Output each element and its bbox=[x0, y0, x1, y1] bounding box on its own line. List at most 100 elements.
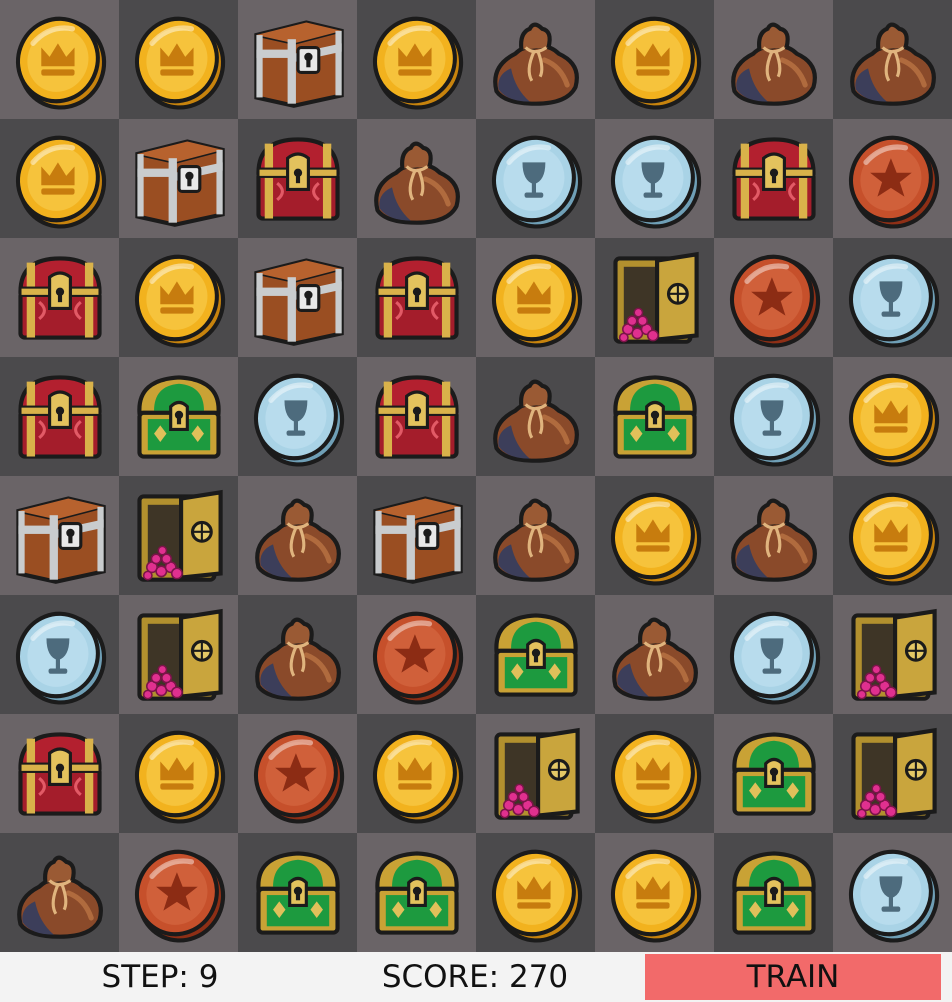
tile-r8-c4[interactable] bbox=[357, 833, 476, 952]
tile-r1-c3[interactable] bbox=[238, 0, 357, 119]
silver-chest-icon bbox=[8, 484, 112, 588]
tile-r7-c3[interactable] bbox=[238, 714, 357, 833]
silver-chest-icon bbox=[246, 8, 350, 112]
tile-r2-c6[interactable] bbox=[595, 119, 714, 238]
tile-r1-c8[interactable] bbox=[833, 0, 952, 119]
tile-r5-c5[interactable] bbox=[476, 476, 595, 595]
gold-crown-coin-icon bbox=[8, 8, 112, 112]
green-chest-icon bbox=[127, 365, 231, 469]
gold-crown-coin-icon bbox=[841, 484, 945, 588]
loot-bag-icon bbox=[841, 8, 945, 112]
tile-r4-c6[interactable] bbox=[595, 357, 714, 476]
tile-r1-c1[interactable] bbox=[0, 0, 119, 119]
silver-chest-icon bbox=[246, 246, 350, 350]
tile-r8-c8[interactable] bbox=[833, 833, 952, 952]
tile-r4-c1[interactable] bbox=[0, 357, 119, 476]
tile-r5-c4[interactable] bbox=[357, 476, 476, 595]
tile-r7-c5[interactable] bbox=[476, 714, 595, 833]
tile-r7-c1[interactable] bbox=[0, 714, 119, 833]
tile-r1-c2[interactable] bbox=[119, 0, 238, 119]
tile-r1-c5[interactable] bbox=[476, 0, 595, 119]
silver-chest-icon bbox=[365, 484, 469, 588]
tile-r2-c4[interactable] bbox=[357, 119, 476, 238]
tile-r6-c2[interactable] bbox=[119, 595, 238, 714]
tile-r1-c6[interactable] bbox=[595, 0, 714, 119]
red-chest-icon bbox=[246, 127, 350, 231]
tile-r3-c8[interactable] bbox=[833, 238, 952, 357]
tile-r8-c3[interactable] bbox=[238, 833, 357, 952]
tile-r8-c5[interactable] bbox=[476, 833, 595, 952]
tile-r4-c4[interactable] bbox=[357, 357, 476, 476]
red-chest-icon bbox=[8, 246, 112, 350]
loot-bag-icon bbox=[722, 484, 826, 588]
bronze-star-coin-icon bbox=[246, 722, 350, 826]
gold-crown-coin-icon bbox=[8, 127, 112, 231]
tile-r6-c6[interactable] bbox=[595, 595, 714, 714]
loot-bag-icon bbox=[365, 127, 469, 231]
step-counter: STEP: 9 bbox=[101, 959, 219, 995]
tile-r4-c2[interactable] bbox=[119, 357, 238, 476]
tile-r2-c2[interactable] bbox=[119, 119, 238, 238]
tile-r6-c3[interactable] bbox=[238, 595, 357, 714]
bronze-star-coin-icon bbox=[127, 841, 231, 945]
red-chest-icon bbox=[8, 365, 112, 469]
tile-r8-c7[interactable] bbox=[714, 833, 833, 952]
tile-r5-c7[interactable] bbox=[714, 476, 833, 595]
tile-r2-c1[interactable] bbox=[0, 119, 119, 238]
tile-r8-c6[interactable] bbox=[595, 833, 714, 952]
tile-r8-c1[interactable] bbox=[0, 833, 119, 952]
tile-r4-c8[interactable] bbox=[833, 357, 952, 476]
tile-r3-c4[interactable] bbox=[357, 238, 476, 357]
tile-r7-c6[interactable] bbox=[595, 714, 714, 833]
tile-r6-c4[interactable] bbox=[357, 595, 476, 714]
tile-r6-c7[interactable] bbox=[714, 595, 833, 714]
gold-crown-coin-icon bbox=[603, 484, 707, 588]
tile-r8-c2[interactable] bbox=[119, 833, 238, 952]
loot-bag-icon bbox=[722, 8, 826, 112]
tile-r4-c7[interactable] bbox=[714, 357, 833, 476]
silver-goblet-coin-icon bbox=[722, 603, 826, 707]
tile-r2-c8[interactable] bbox=[833, 119, 952, 238]
tile-r3-c7[interactable] bbox=[714, 238, 833, 357]
green-chest-icon bbox=[722, 841, 826, 945]
tile-r5-c8[interactable] bbox=[833, 476, 952, 595]
gold-crown-coin-icon bbox=[127, 246, 231, 350]
red-chest-icon bbox=[365, 246, 469, 350]
bronze-star-coin-icon bbox=[722, 246, 826, 350]
silver-goblet-coin-icon bbox=[841, 246, 945, 350]
tile-r3-c5[interactable] bbox=[476, 238, 595, 357]
tile-r6-c8[interactable] bbox=[833, 595, 952, 714]
tile-r2-c7[interactable] bbox=[714, 119, 833, 238]
gem-safe-icon bbox=[603, 246, 707, 350]
red-chest-icon bbox=[365, 365, 469, 469]
silver-goblet-coin-icon bbox=[484, 127, 588, 231]
tile-r5-c2[interactable] bbox=[119, 476, 238, 595]
green-chest-icon bbox=[365, 841, 469, 945]
tile-r5-c3[interactable] bbox=[238, 476, 357, 595]
green-chest-icon bbox=[246, 841, 350, 945]
tile-r7-c7[interactable] bbox=[714, 714, 833, 833]
tile-r5-c1[interactable] bbox=[0, 476, 119, 595]
tile-r6-c5[interactable] bbox=[476, 595, 595, 714]
tile-r1-c7[interactable] bbox=[714, 0, 833, 119]
gold-crown-coin-icon bbox=[603, 8, 707, 112]
tile-r2-c5[interactable] bbox=[476, 119, 595, 238]
tile-r4-c3[interactable] bbox=[238, 357, 357, 476]
tile-r7-c8[interactable] bbox=[833, 714, 952, 833]
tile-r4-c5[interactable] bbox=[476, 357, 595, 476]
loot-bag-icon bbox=[484, 484, 588, 588]
tile-r3-c3[interactable] bbox=[238, 238, 357, 357]
train-button[interactable]: TRAIN bbox=[645, 954, 941, 1000]
silver-goblet-coin-icon bbox=[841, 841, 945, 945]
tile-r3-c2[interactable] bbox=[119, 238, 238, 357]
silver-chest-icon bbox=[127, 127, 231, 231]
tile-r3-c1[interactable] bbox=[0, 238, 119, 357]
tile-r6-c1[interactable] bbox=[0, 595, 119, 714]
tile-r7-c4[interactable] bbox=[357, 714, 476, 833]
tile-r5-c6[interactable] bbox=[595, 476, 714, 595]
tile-r1-c4[interactable] bbox=[357, 0, 476, 119]
silver-goblet-coin-icon bbox=[603, 127, 707, 231]
tile-r3-c6[interactable] bbox=[595, 238, 714, 357]
tile-r2-c3[interactable] bbox=[238, 119, 357, 238]
tile-r7-c2[interactable] bbox=[119, 714, 238, 833]
